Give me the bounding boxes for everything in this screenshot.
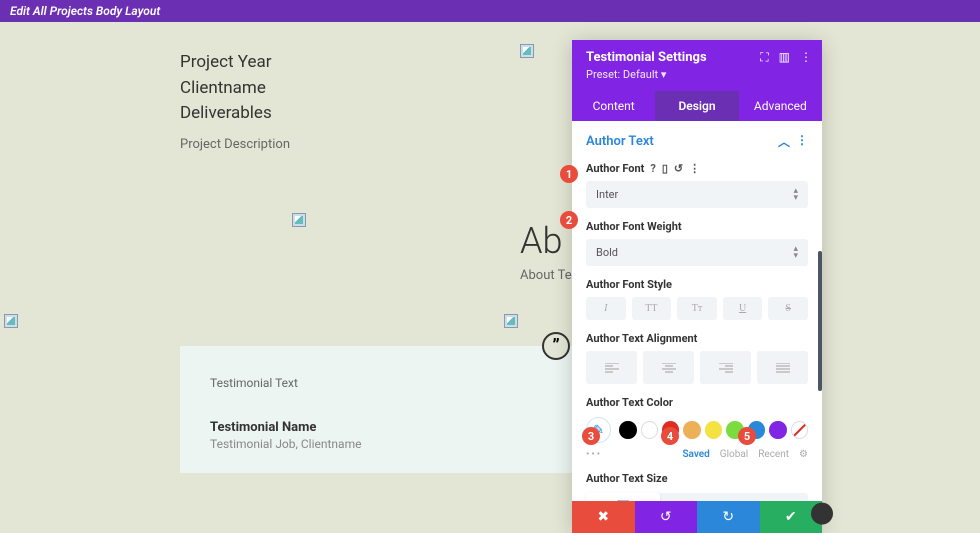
annotation-badge-5: 5 [738,427,756,445]
color-tab-global[interactable]: Global [720,449,748,460]
select-arrows-icon: ▴▾ [793,188,798,201]
color-tab-saved[interactable]: Saved [682,449,709,460]
color-tab-recent[interactable]: Recent [758,449,789,460]
panel-tabs: Content Design Advanced [572,91,822,121]
color-swatch-none[interactable] [791,421,808,439]
scrollbar[interactable] [818,251,822,391]
style-italic[interactable]: I [586,297,626,320]
tab-content[interactable]: Content [572,91,655,121]
undo-button[interactable]: ↺ [635,501,698,533]
about-section: Ab About Tex [520,220,578,283]
color-swatch-yellow[interactable] [705,421,722,439]
gear-icon[interactable]: ⚙ [799,449,808,460]
more-colors-icon[interactable]: ••• [586,449,602,460]
device-tablet[interactable]: ▯ [660,493,734,501]
chevron-down-icon: ▾ [661,68,667,81]
label-font-weight: Author Font Weight [586,220,808,233]
label-text-color: Author Text Color [586,396,808,409]
resize-handle-icon[interactable] [811,503,833,525]
color-swatch-orange[interactable] [683,421,700,439]
more-icon[interactable]: ⋮ [800,50,812,65]
annotation-badge-3: 3 [582,427,600,445]
panel-footer: ✖ ↺ ↻ ✔ [572,501,822,533]
broken-image-icon [504,314,518,328]
style-strikethrough[interactable]: S [768,297,808,320]
columns-icon[interactable]: ▥ [779,50,790,65]
chevron-up-icon[interactable]: ︿ [778,133,790,150]
mobile-icon[interactable]: ▯ [662,162,668,175]
panel-body: Author Text ︿ ⋮ Author Font ? ▯ ↺ ⋮ Inte… [572,121,822,501]
about-text: About Tex [520,268,578,283]
label-text-size: Author Text Size [586,472,808,485]
align-justify[interactable] [757,351,808,384]
broken-image-icon [292,213,306,227]
color-swatch-purple[interactable] [769,421,786,439]
section-title[interactable]: Author Text ︿ ⋮ [586,133,808,150]
tab-design[interactable]: Design [655,91,738,121]
select-arrows-icon: ▴▾ [793,246,798,259]
annotation-badge-2: 2 [560,211,578,229]
panel-header[interactable]: Testimonial Settings Preset: Default ▾ ⛶… [572,40,822,91]
font-value: Inter [596,188,618,201]
font-select[interactable]: Inter ▴▾ [586,181,808,208]
weight-value: Bold [596,246,618,259]
annotation-badge-4: 4 [661,427,679,445]
tab-advanced[interactable]: Advanced [739,91,822,121]
color-swatch-black[interactable] [619,421,636,439]
panel-preset[interactable]: Preset: Default ▾ [586,68,808,81]
device-phone[interactable]: ▯ [734,493,808,501]
settings-panel: Testimonial Settings Preset: Default ▾ ⛶… [572,40,822,533]
page-content: Project Year Clientname Deliverables Pro… [0,22,980,154]
more-icon[interactable]: ⋮ [689,162,700,175]
align-right[interactable] [700,351,751,384]
cancel-button[interactable]: ✖ [572,501,635,533]
weight-select[interactable]: Bold ▴▾ [586,239,808,266]
quote-icon: ” [542,332,570,360]
broken-image-icon [520,44,534,58]
annotation-badge-1: 1 [560,165,578,183]
label-text-align: Author Text Alignment [586,332,808,345]
style-underline[interactable]: U [723,297,763,320]
style-capitalize[interactable]: Tᴛ [677,297,717,320]
help-icon[interactable]: ? [650,162,655,175]
style-uppercase[interactable]: TT [632,297,672,320]
reset-icon[interactable]: ↺ [674,162,683,175]
more-icon[interactable]: ⋮ [796,133,808,150]
color-swatch-white[interactable] [641,421,658,439]
device-desktop[interactable]: 🖥 [586,493,660,501]
top-bar: Edit All Projects Body Layout [0,0,980,22]
broken-image-icon [4,314,18,328]
top-bar-title: Edit All Projects Body Layout [10,4,160,18]
align-center[interactable] [643,351,694,384]
label-font-style: Author Font Style [586,278,808,291]
label-author-font: Author Font ? ▯ ↺ ⋮ [586,162,808,175]
expand-icon[interactable]: ⛶ [760,50,768,65]
align-left[interactable] [586,351,637,384]
redo-button[interactable]: ↻ [697,501,760,533]
